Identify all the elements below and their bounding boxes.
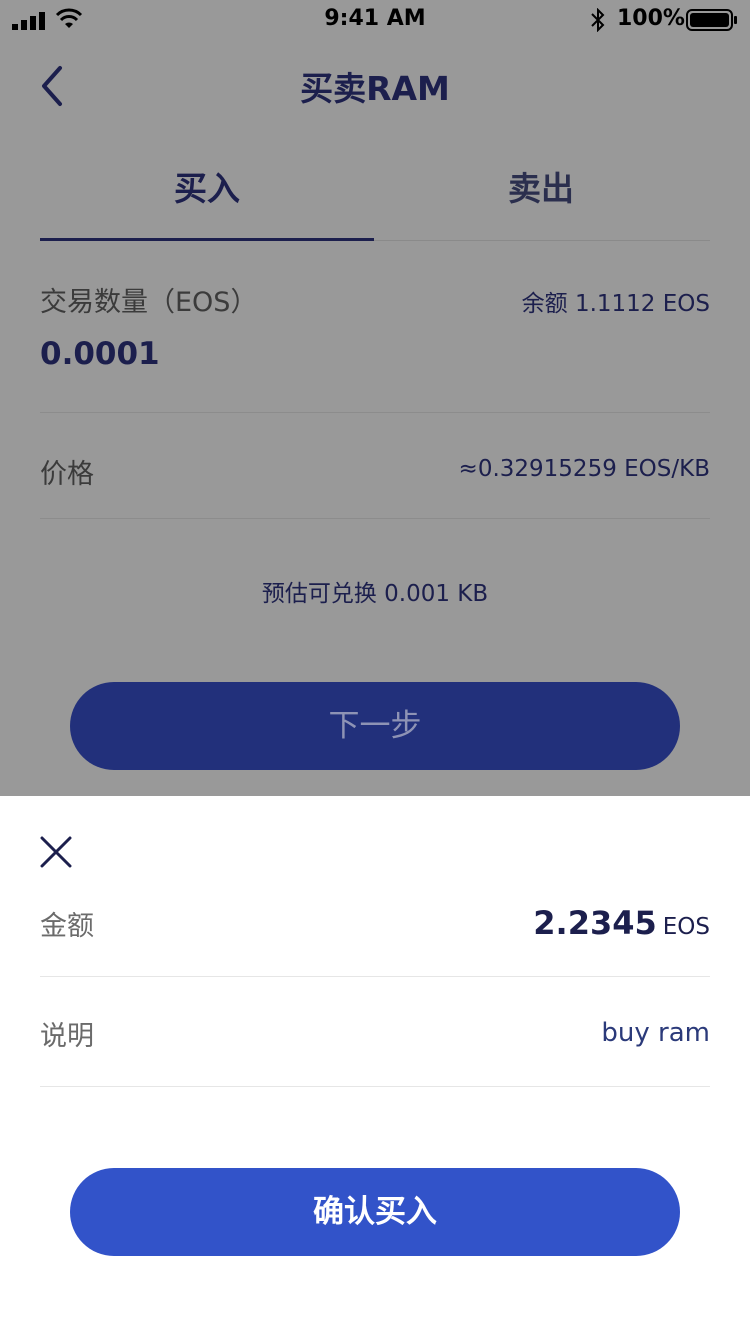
memo-label: 说明 — [40, 1021, 94, 1052]
close-icon[interactable] — [40, 836, 72, 868]
amount-label: 金额 — [40, 911, 94, 942]
quantity-input[interactable] — [40, 336, 540, 372]
amount-unit: EOS — [662, 914, 710, 940]
divider — [40, 976, 710, 977]
balance-text: 余额 1.1112 EOS — [521, 291, 710, 317]
bluetooth-icon — [591, 8, 605, 32]
amount-value: 2.2345 EOS — [533, 904, 710, 942]
confirm-buy-button[interactable]: 确认买入 — [70, 1168, 680, 1256]
memo-value: buy ram — [601, 1018, 710, 1048]
quantity-label: 交易数量（EOS） — [40, 287, 258, 318]
next-step-button[interactable]: 下一步 — [70, 682, 680, 770]
estimate-text: 预估可兑换 0.001 KB — [261, 581, 489, 607]
tab-active-indicator — [40, 238, 374, 241]
battery-percent: 100% — [617, 6, 685, 31]
tab-sell[interactable]: 卖出 — [374, 162, 708, 210]
divider — [40, 412, 710, 413]
amount-number: 2.2345 — [533, 904, 657, 942]
divider — [40, 1086, 710, 1087]
price-label: 价格 — [40, 459, 94, 490]
confirm-sheet: 金额 2.2345 EOS 说明 buy ram 确认买入 — [0, 796, 750, 1334]
buy-sell-ram-screen: 9:41 AM 100% 买卖RAM 买入 卖出 交易数量（EOS） 余额 1.… — [0, 0, 750, 1334]
battery-icon — [686, 9, 737, 31]
price-value: ≈0.32915259 EOS/KB — [458, 456, 710, 482]
divider — [40, 518, 710, 519]
status-bar: 9:41 AM 100% — [0, 0, 750, 40]
tab-buy[interactable]: 买入 — [40, 162, 374, 210]
page-title: 买卖RAM — [300, 69, 450, 108]
